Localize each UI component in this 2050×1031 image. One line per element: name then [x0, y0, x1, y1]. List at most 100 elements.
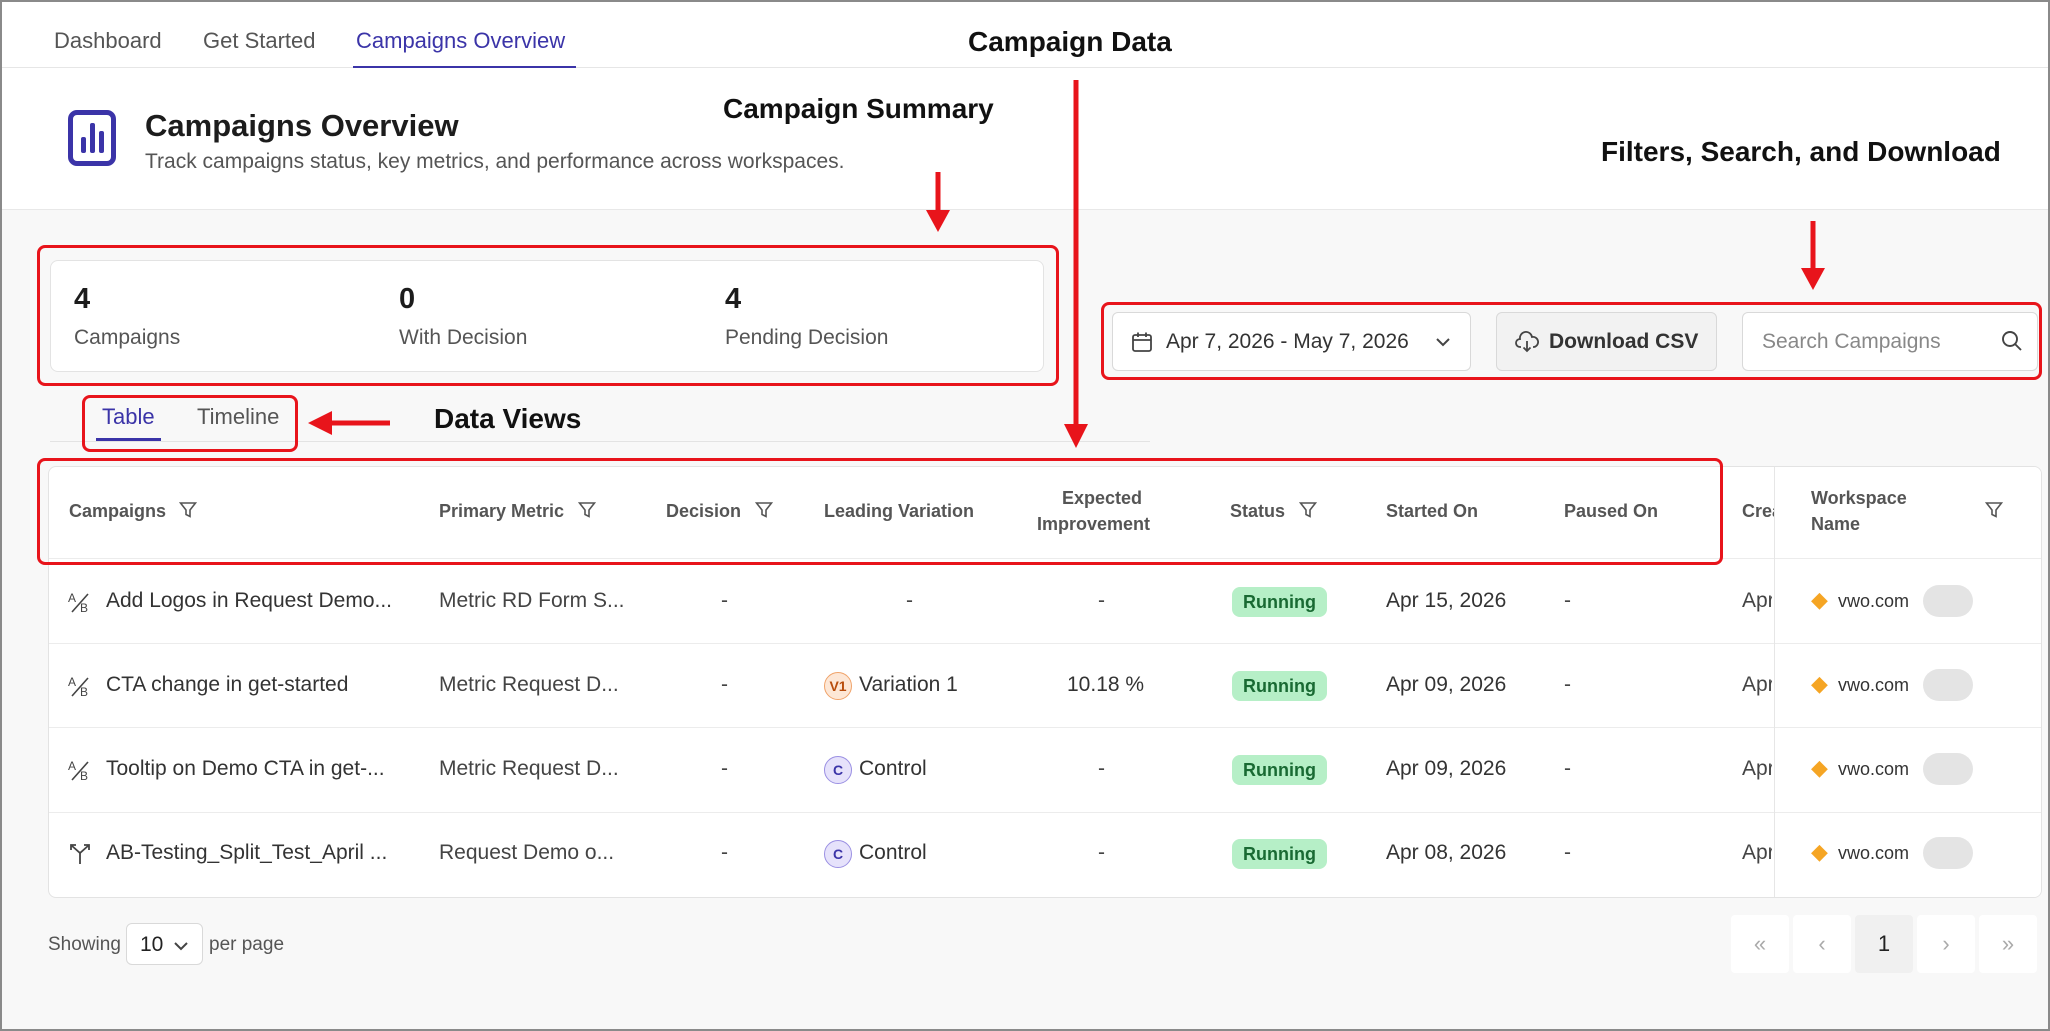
- per-page-select[interactable]: 10: [126, 923, 203, 965]
- date-range-picker[interactable]: Apr 7, 2026 - May 7, 2026: [1112, 312, 1471, 371]
- per-page-value: 10: [140, 933, 164, 956]
- campaigns-table: Campaigns Primary Metric Decision Leadin…: [48, 466, 2042, 898]
- row-divider: [49, 727, 2041, 728]
- showing-label: Showing: [48, 934, 121, 955]
- double-chevron-left-icon: «: [1753, 931, 1767, 956]
- filter-icon[interactable]: [1299, 501, 1317, 519]
- leading-variation: Variation 1: [859, 673, 958, 696]
- view-tabs-divider: [50, 441, 1150, 442]
- created-on: Apr: [1742, 673, 1772, 696]
- status-badge: Running: [1232, 839, 1327, 869]
- col-header-expected-improvement-line1[interactable]: Expected: [1062, 488, 1142, 509]
- paused-on: -: [1564, 757, 1571, 780]
- created-on: Apr: [1742, 589, 1772, 612]
- stat-label: Campaigns: [74, 326, 181, 349]
- status-badge: Running: [1232, 755, 1327, 785]
- diamond-icon: ◆: [1811, 755, 1828, 780]
- expected-improvement: 10.18 %: [1067, 673, 1145, 696]
- paused-on: -: [1564, 589, 1571, 612]
- next-page-button[interactable]: ›: [1917, 915, 1975, 973]
- ab-test-icon: AB: [68, 759, 89, 782]
- started-on: Apr 15, 2026: [1386, 589, 1507, 612]
- annotation-campaign-summary: Campaign Summary: [723, 93, 994, 124]
- leading-variation: Control: [859, 841, 927, 864]
- svg-text:A: A: [68, 759, 76, 773]
- stat-pending-decision: 4 Pending Decision: [725, 283, 888, 350]
- col-header-started-on[interactable]: Started On: [1386, 501, 1478, 522]
- annotation-filters-search-download: Filters, Search, and Download: [1601, 136, 2001, 167]
- campaign-name[interactable]: CTA change in get-started: [106, 673, 348, 697]
- col-header-leading-variation[interactable]: Leading Variation: [824, 501, 974, 522]
- filter-icon[interactable]: [179, 501, 197, 519]
- campaign-name[interactable]: Add Logos in Request Demo...: [106, 589, 392, 613]
- last-page-button[interactable]: »: [1979, 915, 2037, 973]
- bar-chart-icon: [68, 110, 116, 166]
- stat-campaigns: 4 Campaigns: [74, 283, 180, 350]
- svg-text:B: B: [80, 685, 88, 698]
- redacted-pill: [1923, 753, 1973, 785]
- double-chevron-right-icon: »: [2001, 931, 2015, 956]
- primary-metric: Metric Request D...: [439, 757, 619, 780]
- chevron-left-icon: ‹: [1818, 931, 1826, 956]
- diamond-icon: ◆: [1811, 587, 1828, 612]
- col-header-workspace-line2[interactable]: Name: [1811, 514, 1860, 535]
- primary-metric: Metric Request D...: [439, 673, 619, 696]
- campaign-name[interactable]: AB-Testing_Split_Test_April ...: [106, 841, 387, 865]
- chevron-right-icon: ›: [1942, 931, 1950, 956]
- primary-metric: Metric RD Form S...: [439, 589, 625, 612]
- col-header-primary-metric[interactable]: Primary Metric: [439, 501, 564, 522]
- per-page-label: per page: [209, 934, 285, 955]
- paused-on: -: [1564, 841, 1571, 864]
- search-input[interactable]: [1742, 312, 2038, 371]
- cloud-download-icon: [1515, 331, 1539, 353]
- chevron-down-icon: [174, 942, 188, 951]
- filter-icon[interactable]: [755, 501, 773, 519]
- page-number-button[interactable]: 1: [1855, 915, 1913, 973]
- filter-icon[interactable]: [1985, 501, 2003, 519]
- search-icon[interactable]: [2001, 330, 2023, 352]
- tab-campaigns-overview[interactable]: Campaigns Overview: [356, 28, 565, 54]
- variation-badge: V1: [824, 672, 852, 700]
- svg-text:A: A: [68, 591, 76, 605]
- header-divider: [49, 558, 2041, 559]
- page-subtitle: Track campaigns status, key metrics, and…: [145, 150, 845, 173]
- workspace-name: vwo.com: [1838, 759, 1910, 779]
- decision: -: [721, 841, 728, 864]
- col-header-status[interactable]: Status: [1230, 501, 1285, 522]
- col-header-paused-on[interactable]: Paused On: [1564, 501, 1658, 522]
- stat-value: 4: [74, 283, 91, 315]
- workspace-name: vwo.com: [1838, 591, 1910, 611]
- col-header-workspace-line1[interactable]: Workspace: [1811, 488, 1907, 509]
- leading-variation: -: [906, 589, 913, 612]
- stat-label: Pending Decision: [725, 326, 889, 349]
- ab-test-icon: AB: [68, 591, 89, 614]
- created-on: Apr: [1742, 757, 1772, 780]
- download-csv-button[interactable]: Download CSV: [1496, 312, 1717, 371]
- annotation-campaign-data: Campaign Data: [968, 26, 1172, 57]
- tab-get-started[interactable]: Get Started: [203, 28, 316, 54]
- created-on: Apr: [1742, 841, 1772, 864]
- tab-timeline-view[interactable]: Timeline: [197, 404, 279, 430]
- stat-with-decision: 0 With Decision: [399, 283, 527, 350]
- started-on: Apr 08, 2026: [1386, 841, 1507, 864]
- first-page-button[interactable]: «: [1731, 915, 1789, 973]
- col-header-decision[interactable]: Decision: [666, 501, 741, 522]
- col-header-expected-improvement-line2[interactable]: Improvement: [1037, 514, 1150, 535]
- campaign-name[interactable]: Tooltip on Demo CTA in get-...: [106, 757, 385, 781]
- status-badge: Running: [1232, 671, 1327, 701]
- tab-dashboard[interactable]: Dashboard: [54, 28, 162, 54]
- chevron-down-icon: [1436, 338, 1450, 347]
- filter-icon[interactable]: [578, 501, 596, 519]
- svg-text:B: B: [80, 601, 88, 614]
- expected-improvement: -: [1098, 841, 1105, 864]
- diamond-icon: ◆: [1811, 839, 1828, 864]
- col-header-campaigns[interactable]: Campaigns: [69, 501, 166, 522]
- tab-table-view[interactable]: Table: [102, 404, 155, 430]
- decision: -: [721, 757, 728, 780]
- svg-text:B: B: [80, 769, 88, 782]
- campaign-summary-card: 4 Campaigns 0 With Decision 4 Pending De…: [50, 260, 1044, 372]
- current-page: 1: [1877, 931, 1891, 956]
- redacted-pill: [1923, 837, 1973, 869]
- prev-page-button[interactable]: ‹: [1793, 915, 1851, 973]
- page-title: Campaigns Overview: [145, 108, 459, 143]
